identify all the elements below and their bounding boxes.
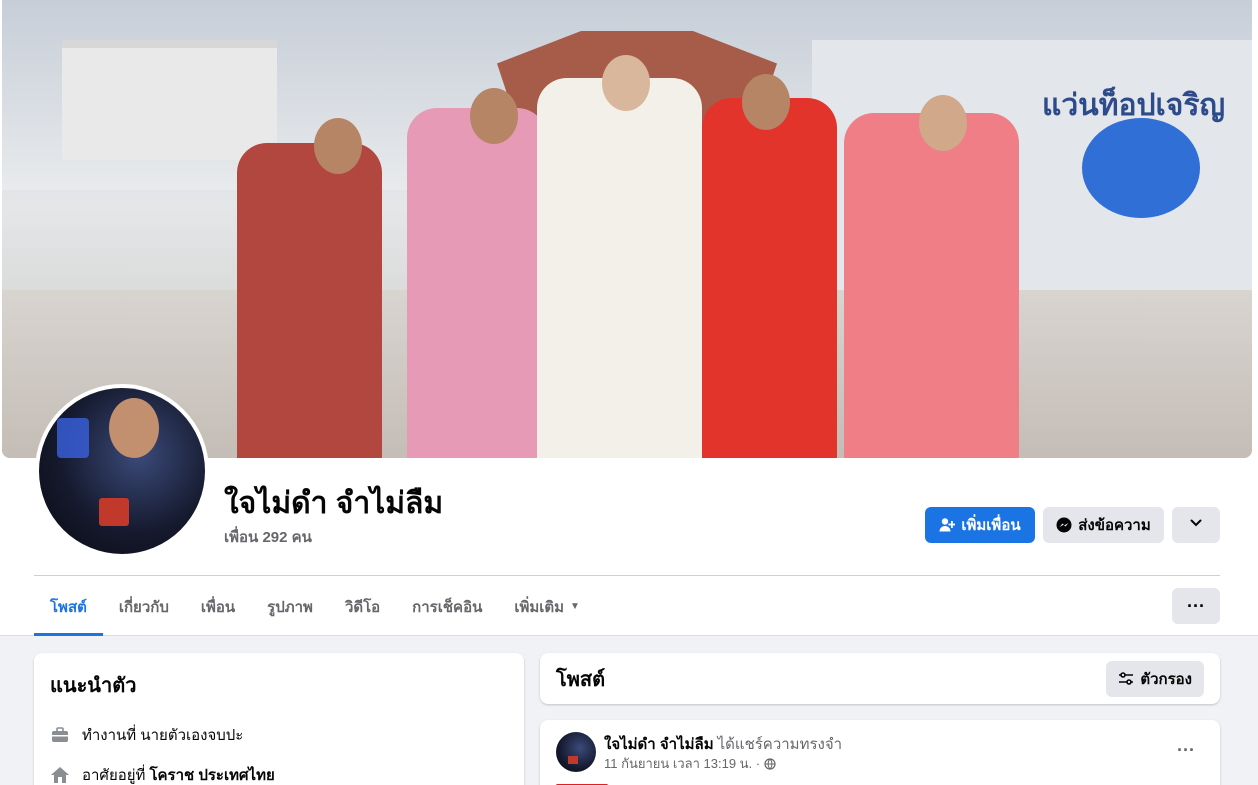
intro-card: แนะนำตัว ทำงานที่ นายตัวเองจบปะ อาศัยอยู… — [34, 653, 524, 785]
tab-friends[interactable]: เพื่อน — [185, 577, 251, 636]
tab-more-options-button[interactable]: ··· — [1172, 588, 1220, 624]
cover-person — [407, 108, 547, 458]
filter-label: ตัวกรอง — [1140, 670, 1192, 688]
intro-work-text: ทำงานที่ นายตัวเองจบปะ — [82, 727, 244, 744]
globe-icon — [764, 757, 776, 770]
home-icon — [50, 765, 70, 785]
messenger-icon — [1056, 517, 1072, 533]
chevron-down-icon — [1189, 516, 1203, 534]
add-friend-label: เพิ่มเพื่อน — [961, 517, 1021, 534]
send-message-button[interactable]: ส่งข้อความ — [1043, 507, 1164, 543]
post-card: ใจไม่ดำ จำไม่ลืม ได้แชร์ความทรงจำ 11 กันย… — [540, 720, 1220, 785]
cover-person-head — [602, 55, 650, 111]
post-meta: 11 กันยายน เวลา 13:19 น. · — [604, 753, 776, 774]
avatar-drink — [99, 498, 129, 526]
ellipsis-icon: ··· — [1177, 739, 1195, 760]
tab-label: เพิ่มเติม — [514, 598, 565, 616]
header-divider — [34, 575, 1220, 576]
post-author-avatar[interactable] — [556, 732, 596, 772]
intro-work: ทำงานที่ นายตัวเองจบปะ — [50, 715, 508, 755]
tab-about[interactable]: เกี่ยวกับ — [103, 577, 185, 636]
cover-building-left — [62, 40, 277, 160]
cover-person — [237, 143, 382, 458]
more-options-button[interactable] — [1172, 507, 1220, 543]
cover-person-head — [742, 74, 790, 130]
tab-label: การเช็คอิน — [412, 598, 483, 616]
avatar-person — [109, 398, 159, 458]
caret-down-icon: ▼ — [570, 601, 580, 612]
post-author-name[interactable]: ใจไม่ดำ จำไม่ลืม — [604, 736, 714, 753]
filter-icon — [1118, 671, 1134, 687]
cover-person-head — [314, 118, 362, 174]
tab-label: โพสต์ — [50, 598, 87, 616]
posts-header-card: โพสต์ ตัวกรอง — [540, 653, 1220, 704]
avatar-detail — [568, 756, 578, 764]
cover-photo[interactable]: แว่นท็อปเจริญ — [2, 0, 1252, 458]
cover-person — [702, 98, 837, 458]
post-timestamp[interactable]: 11 กันยายน เวลา 13:19 น. · — [604, 753, 760, 774]
add-friend-button[interactable]: เพิ่มเพื่อน — [925, 507, 1035, 543]
tab-photos[interactable]: รูปภาพ — [251, 577, 329, 636]
intro-title: แนะนำตัว — [50, 675, 137, 697]
profile-name: ใจไม่ดำ จำไม่ลืม — [224, 487, 444, 520]
avatar-image — [39, 388, 205, 554]
tab-checkins[interactable]: การเช็คอิน — [396, 577, 498, 636]
posts-title: โพสต์ — [556, 668, 606, 691]
tab-videos[interactable]: วิดีโอ — [329, 577, 396, 636]
tab-more[interactable]: เพิ่มเติม ▼ — [498, 577, 596, 636]
tab-label: เพื่อน — [200, 598, 236, 616]
cover-person-head — [470, 88, 518, 144]
add-friend-icon — [939, 517, 956, 533]
tab-label: รูปภาพ — [267, 598, 313, 616]
intro-home-value[interactable]: โคราช ประเทศไทย — [149, 763, 274, 785]
tab-posts[interactable]: โพสต์ — [34, 577, 103, 636]
tab-label: วิดีโอ — [344, 598, 381, 616]
filter-button[interactable]: ตัวกรอง — [1106, 660, 1204, 697]
post-action-text: ได้แชร์ความทรงจำ — [717, 736, 843, 753]
intro-home: อาศัยอยู่ที่ โคราช ประเทศไทย — [50, 755, 508, 785]
cover-person — [844, 113, 1019, 458]
ellipsis-icon: ··· — [1187, 595, 1205, 616]
post-options-button[interactable]: ··· — [1168, 736, 1204, 764]
profile-tabs: โพสต์ เกี่ยวกับ เพื่อน รูปภาพ วิดีโอ การ… — [34, 577, 596, 636]
friends-count-link[interactable]: เพื่อน 292 คน — [224, 525, 312, 549]
avatar-light — [57, 418, 89, 458]
profile-avatar[interactable] — [35, 384, 209, 558]
cover-person-head — [919, 95, 967, 151]
cover-person — [537, 78, 702, 458]
intro-home-prefix: อาศัยอยู่ที่ — [82, 767, 146, 784]
cover-sign-logo — [1082, 118, 1200, 218]
send-message-label: ส่งข้อความ — [1078, 517, 1151, 534]
tab-label: เกี่ยวกับ — [118, 598, 169, 616]
briefcase-icon — [50, 725, 70, 745]
